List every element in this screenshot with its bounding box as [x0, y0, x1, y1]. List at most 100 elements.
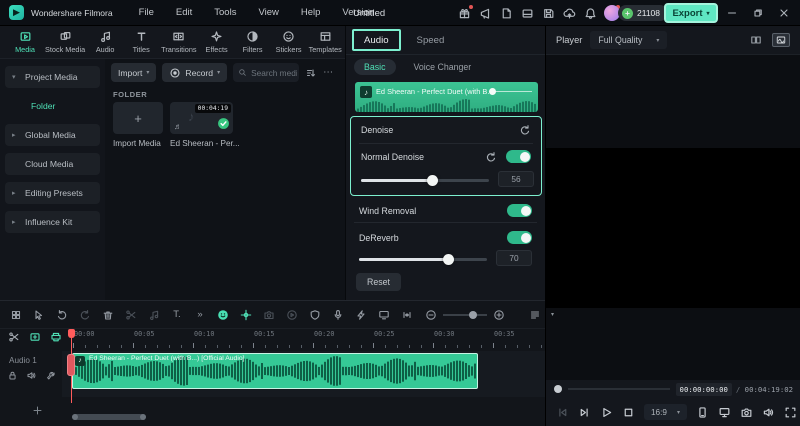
normal-denoise-slider[interactable]	[361, 175, 489, 186]
sort-filter-icon[interactable]	[305, 67, 317, 79]
voiceover-icon[interactable]	[332, 309, 344, 321]
stop-button[interactable]	[622, 406, 635, 419]
track-manager-icon[interactable]	[529, 309, 541, 321]
normal-denoise-value[interactable]: 56	[498, 171, 534, 187]
reset-denoise-icon[interactable]	[519, 124, 531, 136]
seek-handle[interactable]	[554, 385, 562, 393]
menu-view[interactable]: View	[258, 7, 278, 18]
subtab-voice-changer[interactable]: Voice Changer	[404, 59, 482, 75]
volume-icon[interactable]	[762, 406, 775, 419]
sidebar-item-folder[interactable]: Folder	[5, 95, 100, 117]
keyframe-icon[interactable]	[240, 309, 252, 321]
clip-trim-handle[interactable]	[67, 354, 75, 376]
audio-clip-strip[interactable]: ♪ Ed Sheeran - Perfect Duet (with B...	[355, 82, 538, 112]
normal-denoise-toggle[interactable]	[506, 150, 531, 163]
tab-templates[interactable]: Templates	[308, 30, 343, 54]
close-button[interactable]	[778, 7, 790, 19]
phone-preview-icon[interactable]	[696, 406, 709, 419]
text-tool-icon[interactable]: T.	[171, 309, 183, 321]
maximize-button[interactable]	[752, 7, 764, 19]
menu-edit[interactable]: Edit	[176, 7, 192, 18]
export-button[interactable]: Export ▾	[664, 3, 718, 23]
toolbar-chevron-icon[interactable]: ▾	[551, 312, 554, 318]
gift-icon[interactable]	[458, 4, 473, 20]
dereverb-toggle[interactable]	[507, 231, 532, 244]
track-tool-icon[interactable]	[45, 370, 56, 381]
menu-file[interactable]: File	[139, 7, 154, 18]
detach-audio-icon[interactable]	[148, 309, 160, 321]
timeline-audio-clip[interactable]: ♪ Ed Sheeran - Perfect Duet (with B...) …	[72, 353, 478, 389]
timeline-zoom-slider[interactable]	[443, 310, 487, 319]
add-track-button[interactable]	[32, 405, 43, 416]
smart-audio-icon[interactable]	[217, 309, 229, 321]
tab-audio-properties[interactable]: Audio	[352, 29, 401, 51]
subtab-basic[interactable]: Basic	[354, 59, 396, 75]
menu-tools[interactable]: Tools	[214, 7, 236, 18]
record-button[interactable]: Record ▾	[162, 63, 228, 82]
dereverb-value[interactable]: 70	[496, 250, 532, 266]
razor-icon[interactable]	[8, 331, 20, 343]
undo-icon[interactable]	[56, 309, 68, 321]
redo-icon[interactable]	[79, 309, 91, 321]
sidebar-item-project-media[interactable]: ▾ Project Media	[5, 66, 100, 88]
link-clips-icon[interactable]	[29, 331, 41, 343]
zoom-in-icon[interactable]	[493, 309, 505, 321]
search-input[interactable]	[251, 67, 298, 78]
import-button[interactable]: Import ▾	[111, 63, 157, 82]
volume-handle[interactable]	[489, 88, 496, 95]
instant-mode-icon[interactable]	[355, 309, 367, 321]
promote-icon[interactable]	[479, 7, 492, 20]
more-options-icon[interactable]: ⋯	[323, 67, 333, 78]
tab-stock-media[interactable]: Stock Media	[44, 30, 86, 54]
fullscreen-icon[interactable]	[784, 406, 797, 419]
mute-icon[interactable]	[26, 370, 37, 381]
scopes-icon[interactable]	[772, 33, 790, 47]
minimize-button[interactable]	[726, 7, 738, 19]
notifications-icon[interactable]	[584, 7, 597, 20]
tab-titles[interactable]: Titles	[124, 30, 158, 54]
lock-icon[interactable]	[7, 370, 18, 381]
seek-bar[interactable]	[568, 388, 670, 390]
split-icon[interactable]	[125, 309, 137, 321]
play-button[interactable]	[600, 406, 613, 419]
tab-speed[interactable]: Speed	[405, 26, 457, 54]
sidebar-item-influence-kit[interactable]: ▸ Influence Kit	[5, 211, 100, 233]
credits-badge[interactable]: + 21108	[618, 5, 669, 21]
audio-track-lane[interactable]: ♪ Ed Sheeran - Perfect Duet (with B...) …	[62, 351, 545, 397]
next-frame-button[interactable]	[578, 406, 591, 419]
previous-frame-button[interactable]	[556, 406, 569, 419]
tab-stickers[interactable]: Stickers	[272, 30, 306, 54]
mirror-display-icon[interactable]	[718, 406, 731, 419]
sidebar-item-editing-presets[interactable]: ▸ Editing Presets	[5, 182, 100, 204]
tab-effects[interactable]: Effects	[200, 30, 234, 54]
cloud-upload-icon[interactable]	[563, 7, 576, 20]
tab-audio[interactable]: Audio	[88, 30, 122, 54]
reset-button[interactable]: Reset	[356, 273, 401, 291]
screen-record-icon[interactable]	[378, 309, 390, 321]
speed-ramp-icon[interactable]	[286, 309, 298, 321]
mark-in-out-icon[interactable]	[401, 309, 413, 321]
auto-ripple-icon[interactable]	[50, 331, 62, 343]
audio-clip-card[interactable]: 00:04:19 ♪ ♬	[170, 102, 233, 134]
aspect-ratio-dropdown[interactable]: 16:9 ▾	[644, 404, 687, 420]
sidebar-item-cloud-media[interactable]: Cloud Media	[5, 153, 100, 175]
more-tools-icon[interactable]: »	[194, 309, 206, 321]
split-preview-icon[interactable]	[749, 34, 763, 46]
delete-icon[interactable]	[102, 309, 114, 321]
select-icon[interactable]	[33, 309, 45, 321]
snapshot-tool-icon[interactable]	[263, 309, 275, 321]
menu-help[interactable]: Help	[301, 7, 321, 18]
script-icon[interactable]	[500, 7, 513, 20]
zoom-out-icon[interactable]	[425, 309, 437, 321]
import-media-card[interactable]: +	[113, 102, 163, 134]
tab-media[interactable]: Media	[8, 30, 42, 54]
quality-dropdown[interactable]: Full Quality ▾	[590, 31, 668, 49]
timeline-scrollbar[interactable]	[72, 414, 146, 420]
workspace-icon[interactable]	[521, 7, 534, 20]
tab-transitions[interactable]: Transitions	[160, 30, 197, 54]
sidebar-item-global-media[interactable]: ▸ Global Media	[5, 124, 100, 146]
tab-filters[interactable]: Filters	[236, 30, 270, 54]
save-icon[interactable]	[542, 7, 555, 20]
snapshot-icon[interactable]	[740, 406, 753, 419]
playhead-head[interactable]	[68, 329, 75, 338]
